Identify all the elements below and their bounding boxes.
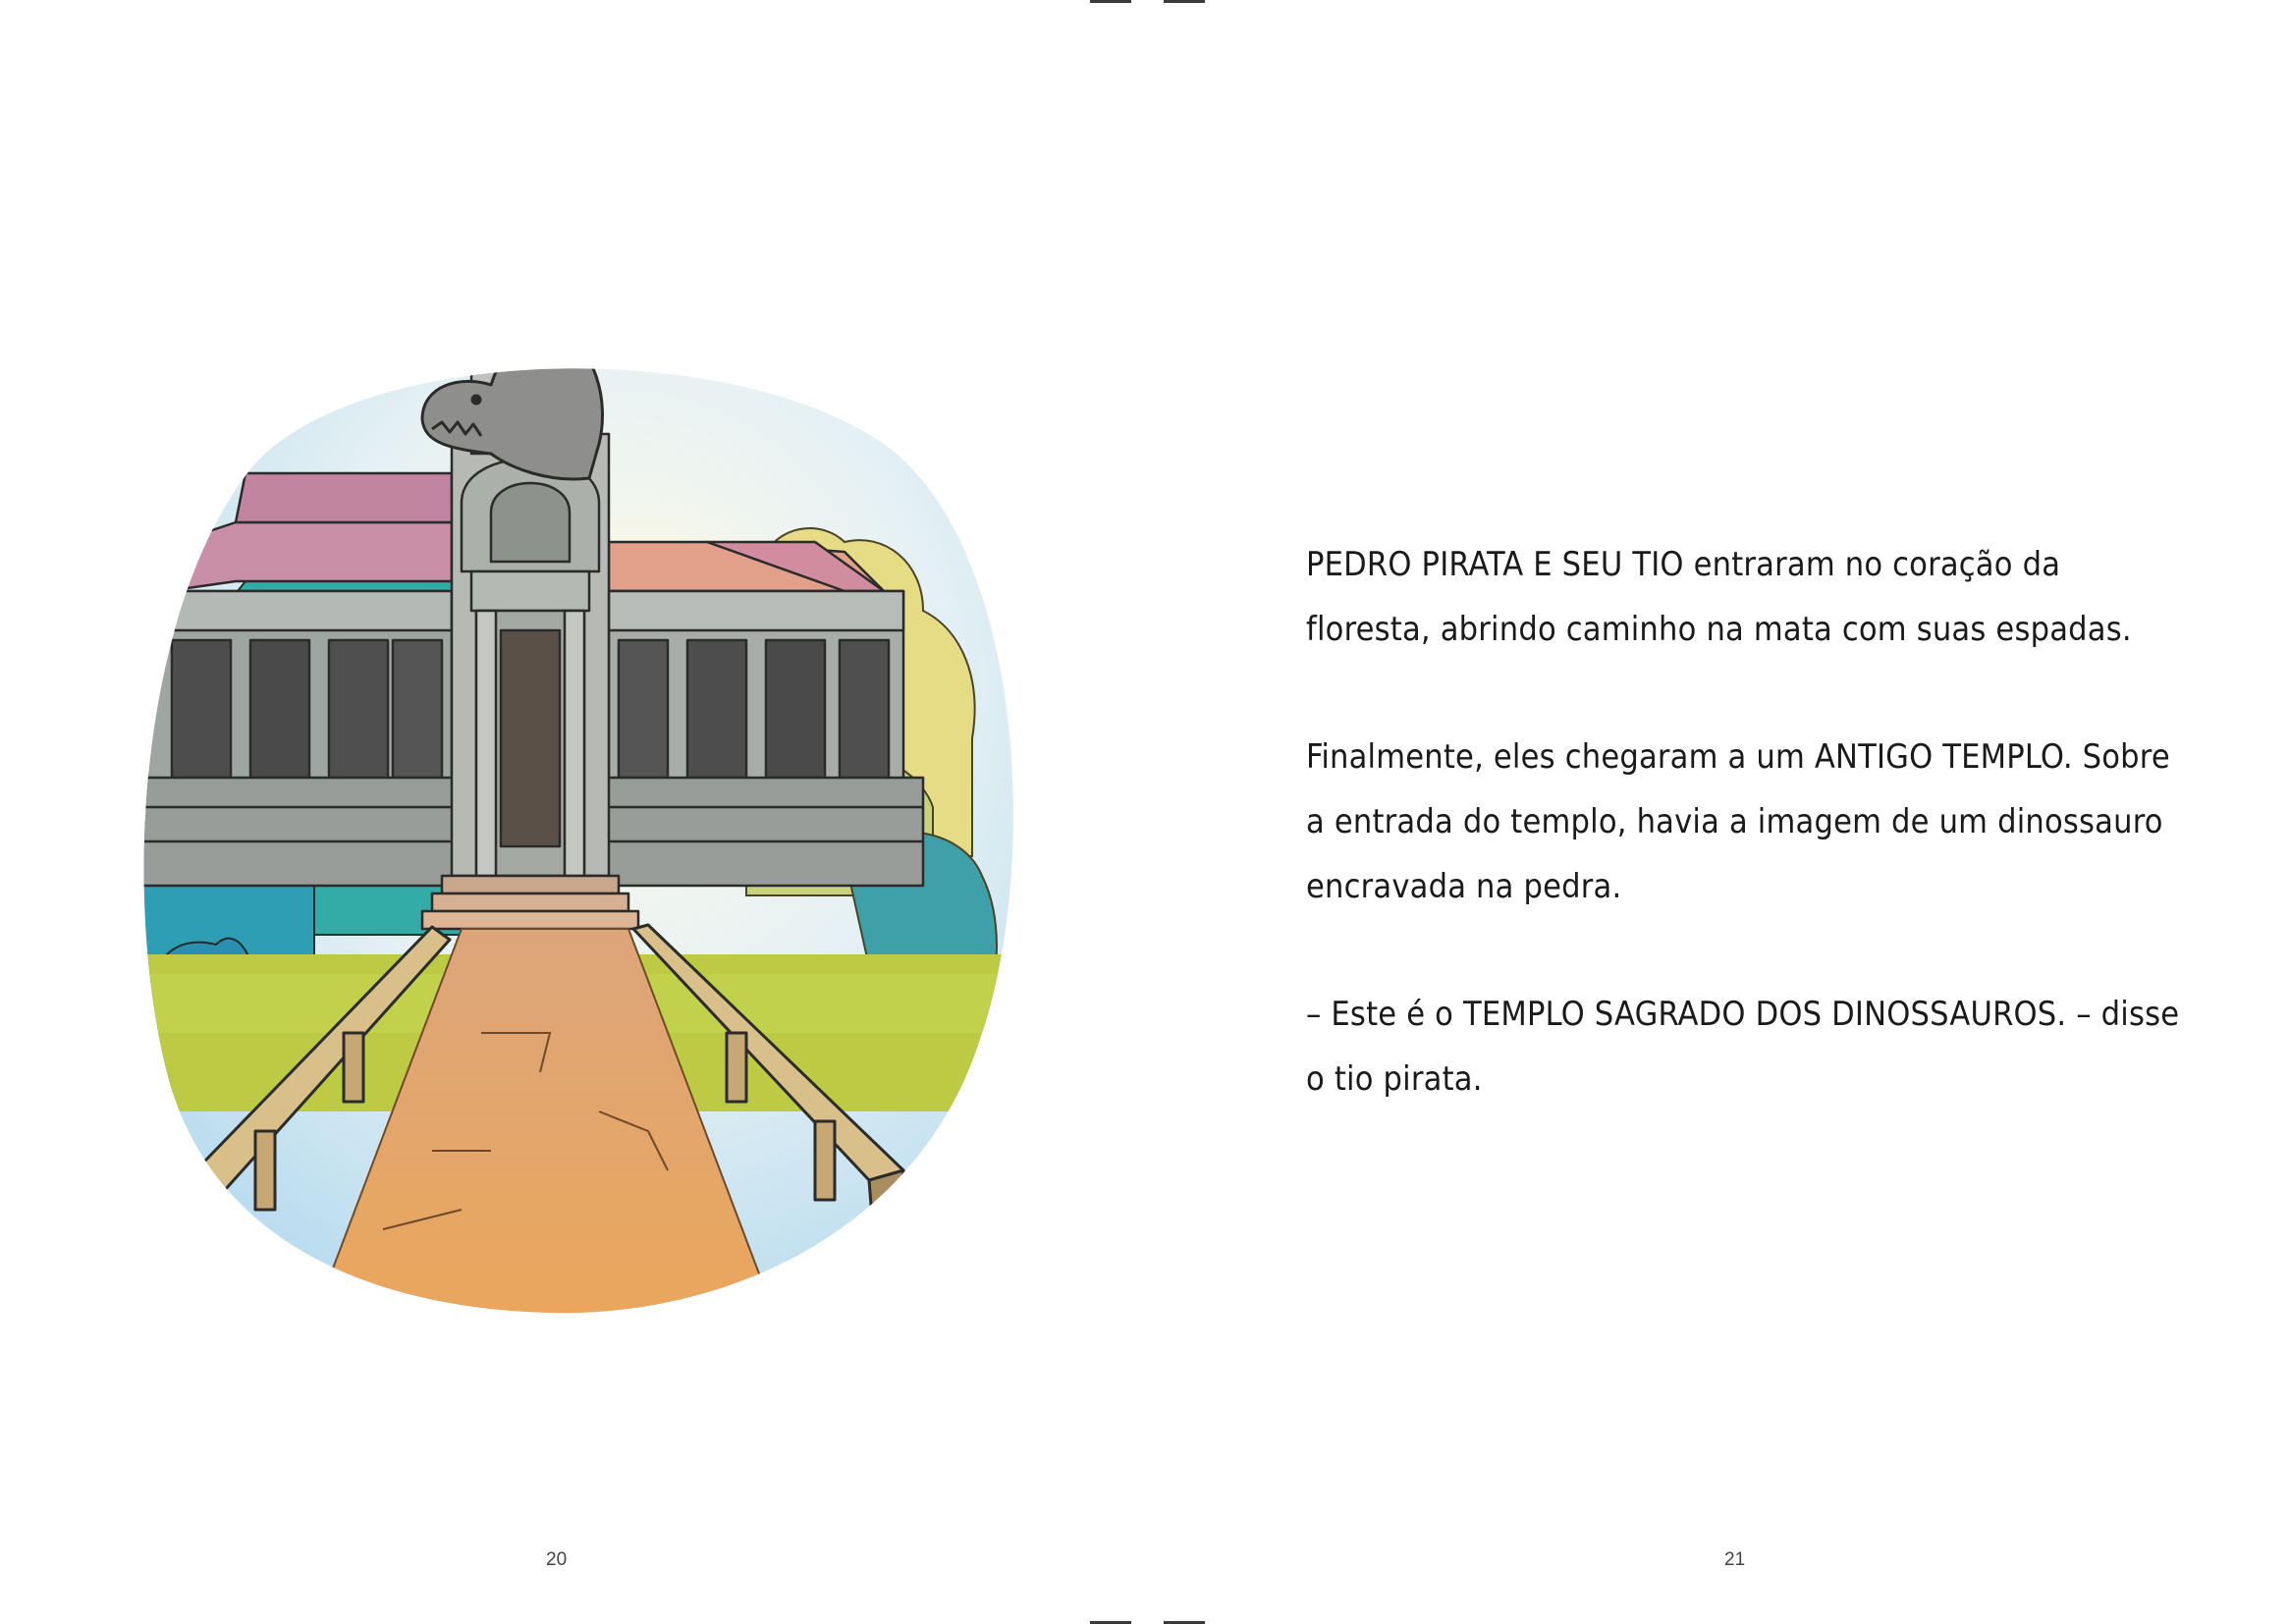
page-number-left: 20 (546, 1549, 568, 1570)
paragraph-1: PEDRO PIRATA E SEU TIO entraram no coraç… (1306, 545, 2132, 649)
paragraph-2: Finalmente, eles chegaram a um ANTIGO TE… (1306, 737, 2170, 906)
temple-illustration (137, 346, 1021, 1318)
story-text: PEDRO PIRATA E SEU TIO entraram no coraç… (1306, 532, 2190, 1174)
page-number-right: 21 (1724, 1549, 1746, 1570)
book-spread: PEDRO PIRATA E SEU TIO entraram no coraç… (0, 0, 2289, 1624)
paragraph-3: – Este é o TEMPLO SAGRADO DOS DINOSSAURO… (1306, 995, 2180, 1099)
temple-illustration-svg (143, 368, 1013, 1314)
